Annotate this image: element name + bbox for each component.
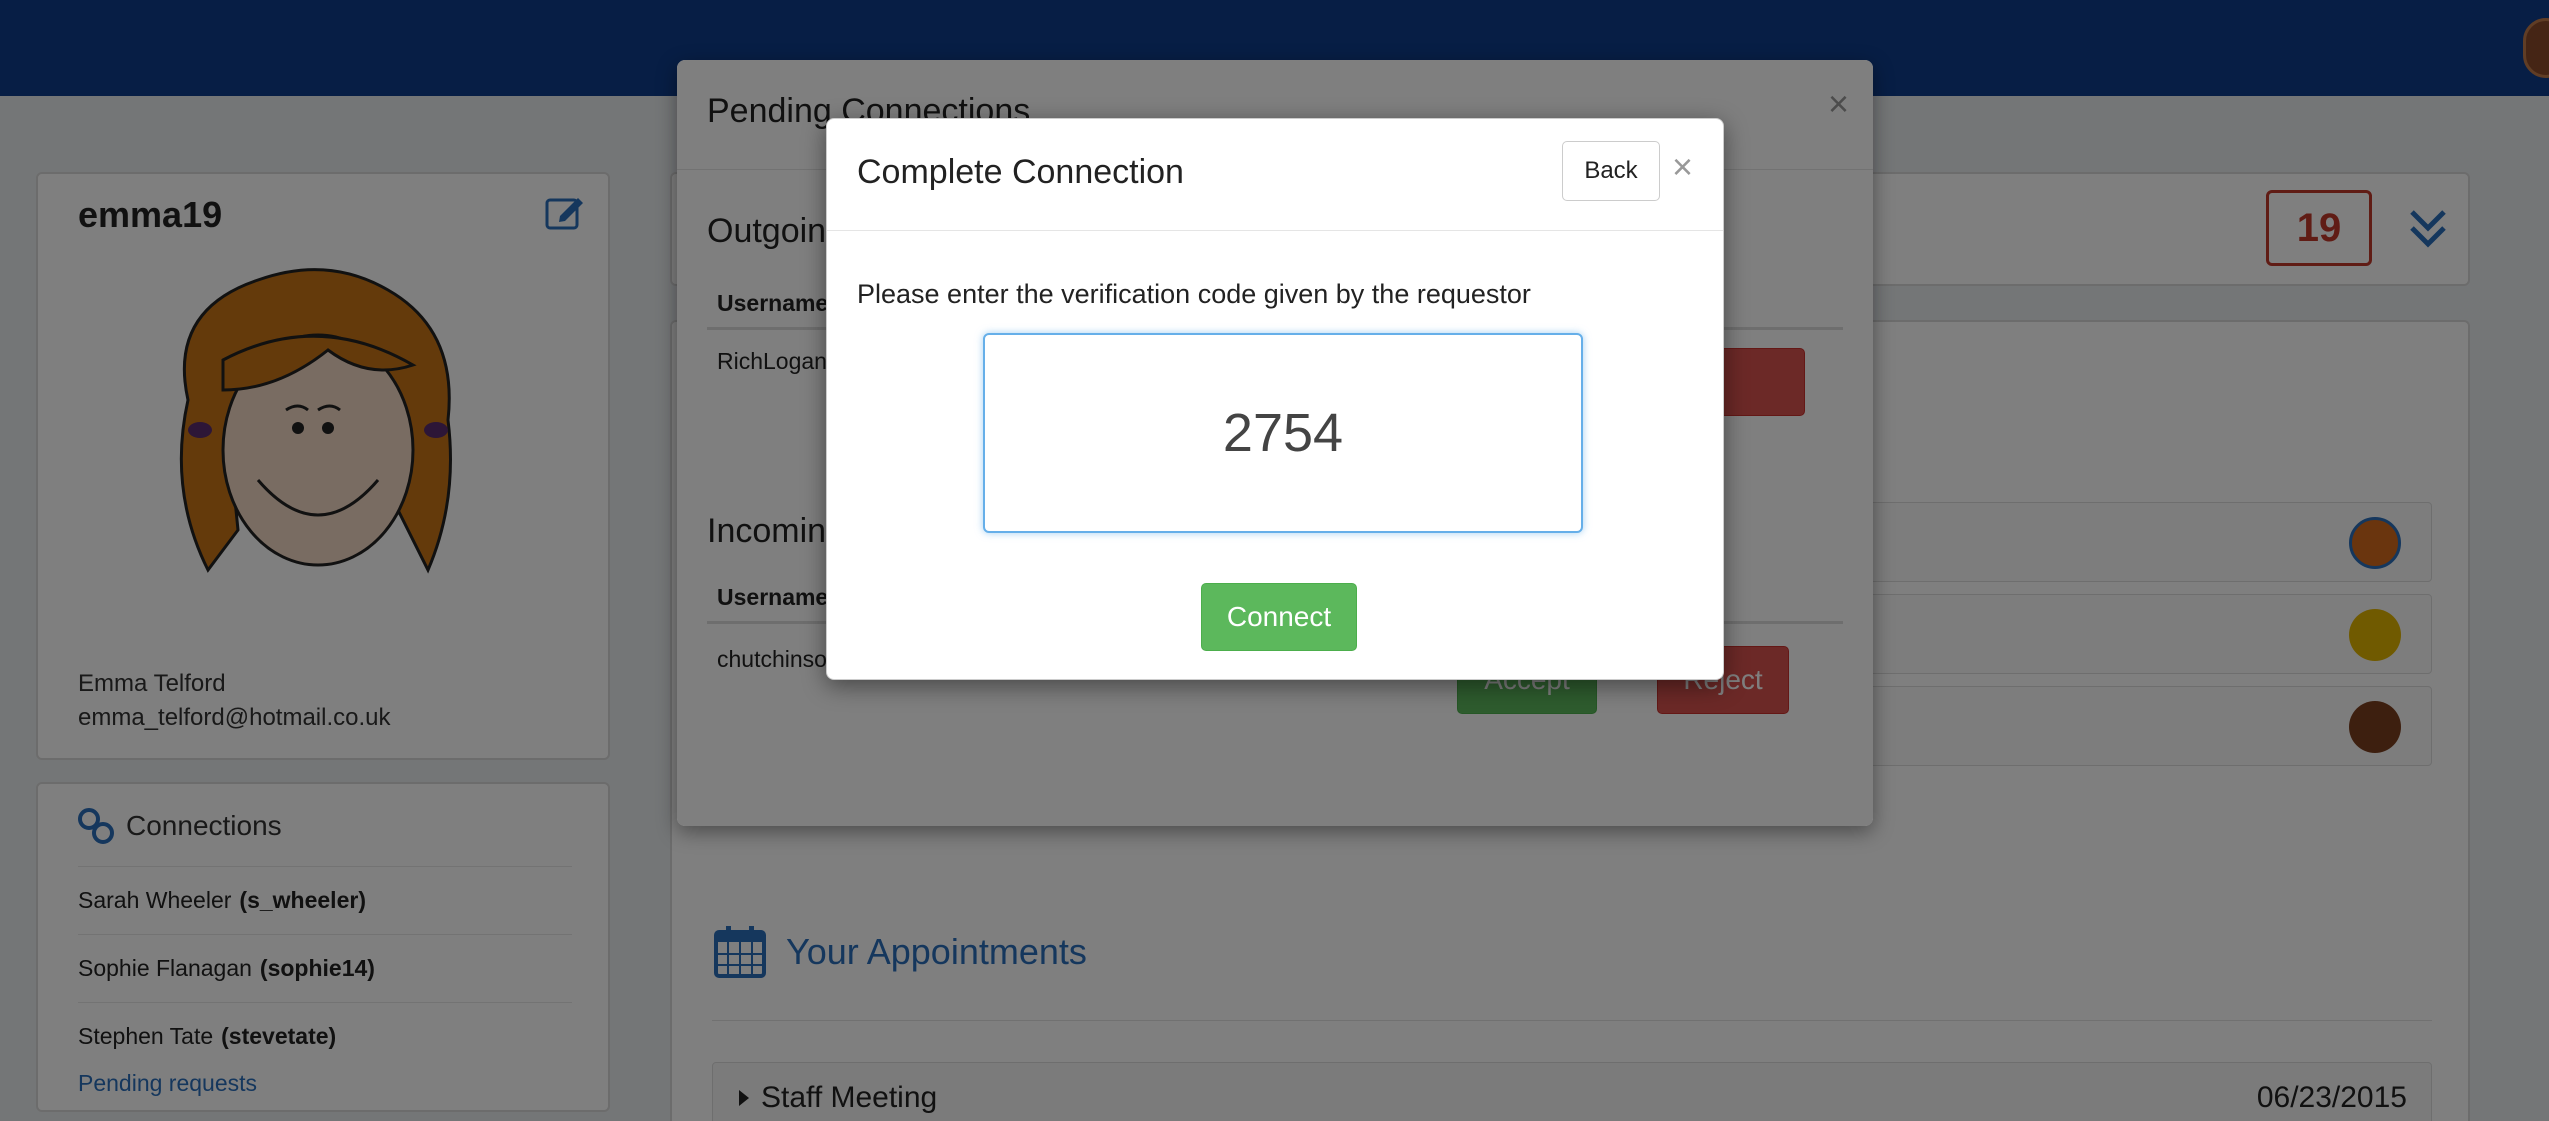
back-button[interactable]: Back <box>1562 141 1660 201</box>
verification-prompt: Please enter the verification code given… <box>857 279 1531 309</box>
complete-modal-header: Complete Connection Back × <box>827 119 1723 231</box>
connect-button[interactable]: Connect <box>1201 583 1357 651</box>
close-icon[interactable]: × <box>1672 149 1693 185</box>
complete-modal-title: Complete Connection <box>857 153 1184 191</box>
verification-code-input[interactable] <box>983 333 1583 533</box>
complete-connection-modal: Complete Connection Back × Please enter … <box>826 118 1724 680</box>
